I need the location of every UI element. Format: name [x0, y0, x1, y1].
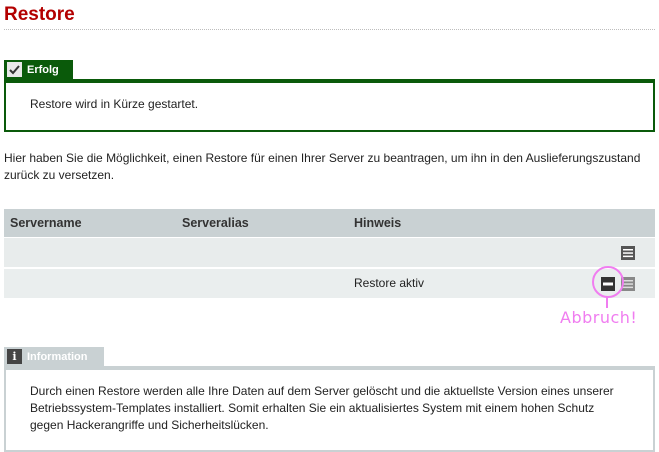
row-hinweis: Restore aktiv: [354, 276, 425, 290]
title-divider: [4, 29, 655, 30]
page-title: Restore: [4, 4, 75, 25]
column-header-servername: Servername: [10, 216, 82, 230]
success-message: Restore wird in Kürze gestartet.: [30, 97, 199, 111]
info-tab-label: Information: [27, 350, 88, 363]
table-row: [4, 238, 655, 267]
info-tab: i Information: [4, 347, 104, 366]
table-row: Restore aktiv: [4, 269, 655, 298]
info-text: Durch einen Restore werden alle Ihre Dat…: [30, 384, 614, 432]
intro-text: Hier haben Sie die Möglichkeit, einen Re…: [4, 151, 641, 182]
column-header-serveralias: Serveralias: [182, 216, 249, 230]
table-header: Servername Serveralias Hinweis: [4, 209, 655, 237]
annotation-label: Abbruch!: [560, 308, 638, 327]
menu-icon[interactable]: [621, 246, 635, 260]
annotation-pointer: [606, 296, 608, 308]
checkmark-icon: [7, 62, 22, 77]
success-tab-label: Erfolg: [27, 63, 59, 76]
info-icon: i: [7, 349, 22, 364]
success-box: Restore wird in Kürze gestartet.: [4, 79, 655, 132]
annotation-circle: [592, 266, 624, 298]
server-table: Servername Serveralias Hinweis Restore a…: [4, 209, 655, 298]
success-tab: Erfolg: [4, 60, 73, 79]
info-box: Durch einen Restore werden alle Ihre Dat…: [4, 366, 655, 452]
column-header-hinweis: Hinweis: [354, 216, 402, 230]
